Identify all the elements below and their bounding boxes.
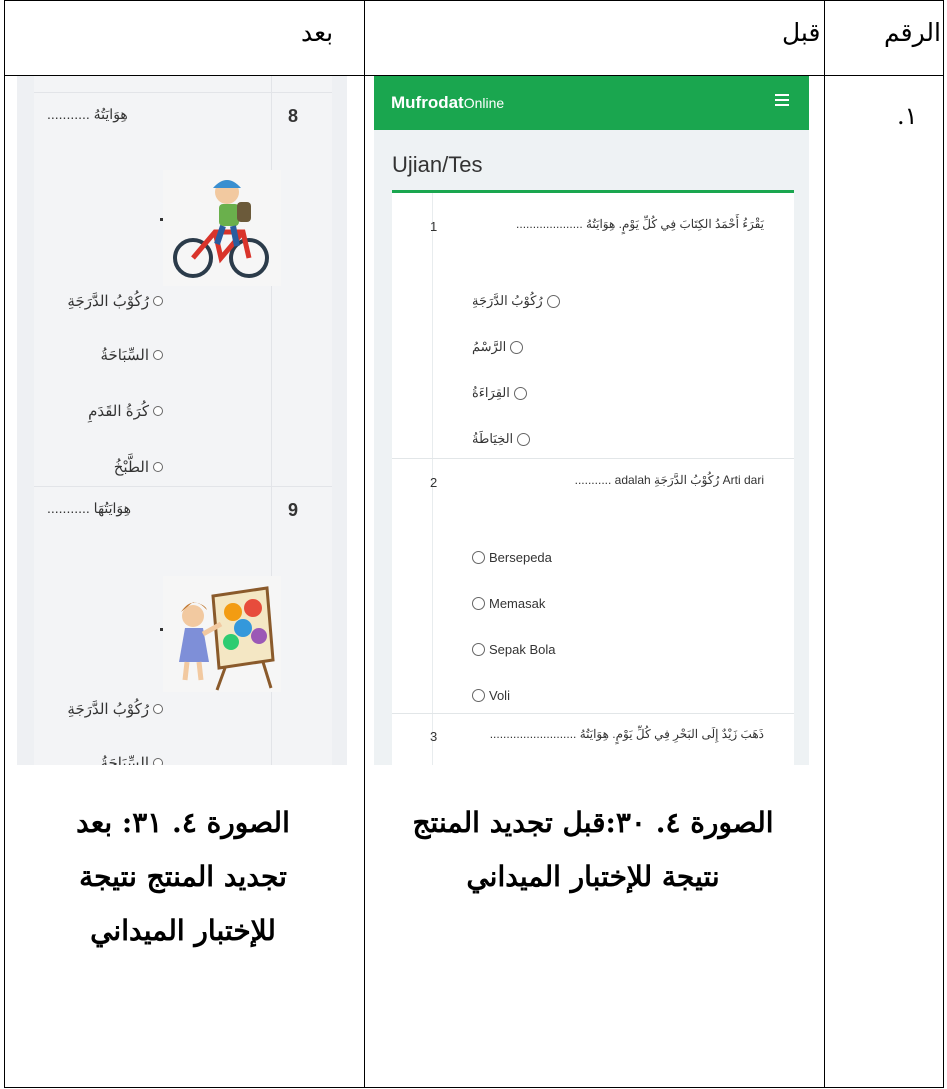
radio-icon[interactable] [510,340,524,354]
question-number: 9 [288,500,299,520]
header-number: الرقم [884,18,941,47]
radio-icon[interactable] [472,689,485,702]
question-text: يَقْرَءُ أَحْمَدُ الكِتَابَ فِي كُلِّ يَ… [516,217,764,231]
stray-dot [160,218,163,221]
brand-rest: Online [463,95,505,111]
option-radio[interactable]: رُكُوْبُ الدَّرَجَةِ [472,293,560,309]
option-radio[interactable]: الخِيَاطَةُ [472,431,531,447]
radio-icon[interactable] [153,350,163,360]
column-divider-after-before [364,0,365,1088]
option-radio[interactable]: الطَّبْخُ [114,458,163,476]
column-divider-before-number [824,0,825,1088]
option-radio[interactable]: كُرَةُ القَدَمِ [88,402,163,420]
navbar: MufrodatOnline [374,76,809,130]
caption-after: الصورة ٤. ٣١: بعد تجديد المنتج نتيجة للإ… [8,796,358,958]
caption-before-line2: نتيجة للإختبار الميداني [466,860,720,893]
option-radio[interactable]: Bersepeda [472,550,552,565]
question-number: 2 [430,475,438,490]
question-number: 8 [288,106,299,126]
radio-icon[interactable] [153,704,163,714]
option-radio[interactable]: السِّبَاحَةُ [100,754,163,765]
hamburger-menu-icon[interactable] [775,94,789,106]
bicycle-boy-image [163,170,281,286]
radio-icon[interactable] [472,597,485,610]
painting-girl-image [163,576,281,692]
radio-icon[interactable] [153,462,163,472]
radio-icon[interactable] [472,551,485,564]
stray-dot [160,628,163,631]
brand-logo[interactable]: MufrodatOnline [391,93,504,113]
row-number: .١ [897,102,918,130]
option-radio[interactable]: القِرَاءَةُ [472,385,527,401]
caption-before-line1: الصورة ٤. ٣٠:قبل تجديد المنتج [412,806,774,839]
brand-bold: Mufrodat [391,93,464,112]
radio-icon[interactable] [472,643,485,656]
caption-after-line1: الصورة ٤. ٣١: بعد [76,806,290,839]
radio-icon[interactable] [153,758,163,765]
question-card: 1 يَقْرَءُ أَحْمَدُ الكِتَابَ فِي كُلِّ … [392,193,794,765]
question-separator [34,92,332,93]
question-number: 1 [430,219,438,234]
question-number: 3 [430,729,438,744]
question-text: Arti dari رُكُوْبُ الدَّرَجَةِ adalah ..… [574,473,764,487]
radio-icon[interactable] [153,296,163,306]
radio-icon[interactable] [546,294,560,308]
caption-before: الصورة ٤. ٣٠:قبل تجديد المنتج نتيجة للإخ… [366,796,820,904]
question-separator [392,458,794,459]
question-text: ذَهَبَ زَيْدٌ إِلَى البَحْرِ فِي كُلِّ ي… [489,727,764,741]
header-before: قبل [782,18,821,47]
option-radio[interactable]: رُكُوْبُ الدَّرَجَةِ [67,292,163,310]
header-after: بعد [301,18,334,47]
after-screenshot: 8 هِوَايَتُهُ ........... رُكُوْبُ الدَّ… [17,76,347,765]
caption-after-line3: للإختبار الميداني [90,914,276,947]
table-border-bottom [4,1087,944,1088]
option-radio[interactable]: Voli [472,688,510,703]
table-border-right [943,0,944,1088]
option-radio[interactable]: السِّبَاحَةُ [100,346,163,364]
radio-icon[interactable] [513,386,527,400]
before-screenshot: MufrodatOnline Ujian/Tes 1 يَقْرَءُ أَحْ… [374,76,809,765]
option-radio[interactable]: الرَّسْمُ [472,339,524,355]
question-text: هِوَايَتُهُ ........... [47,106,128,122]
radio-icon[interactable] [517,432,531,446]
question-separator [34,486,332,487]
option-radio[interactable]: رُكُوْبُ الدَّرَجَةِ [67,700,163,718]
option-radio[interactable]: Sepak Bola [472,642,556,657]
option-radio[interactable]: Memasak [472,596,545,611]
page-title: Ujian/Tes [392,152,483,177]
table-border-top [4,0,944,1]
question-separator [392,713,794,714]
table-border-left [4,0,5,1088]
caption-after-line2: تجديد المنتج نتيجة [79,860,287,893]
radio-icon[interactable] [153,406,163,416]
question-text: هِوَايَتُهَا ........... [47,500,132,516]
